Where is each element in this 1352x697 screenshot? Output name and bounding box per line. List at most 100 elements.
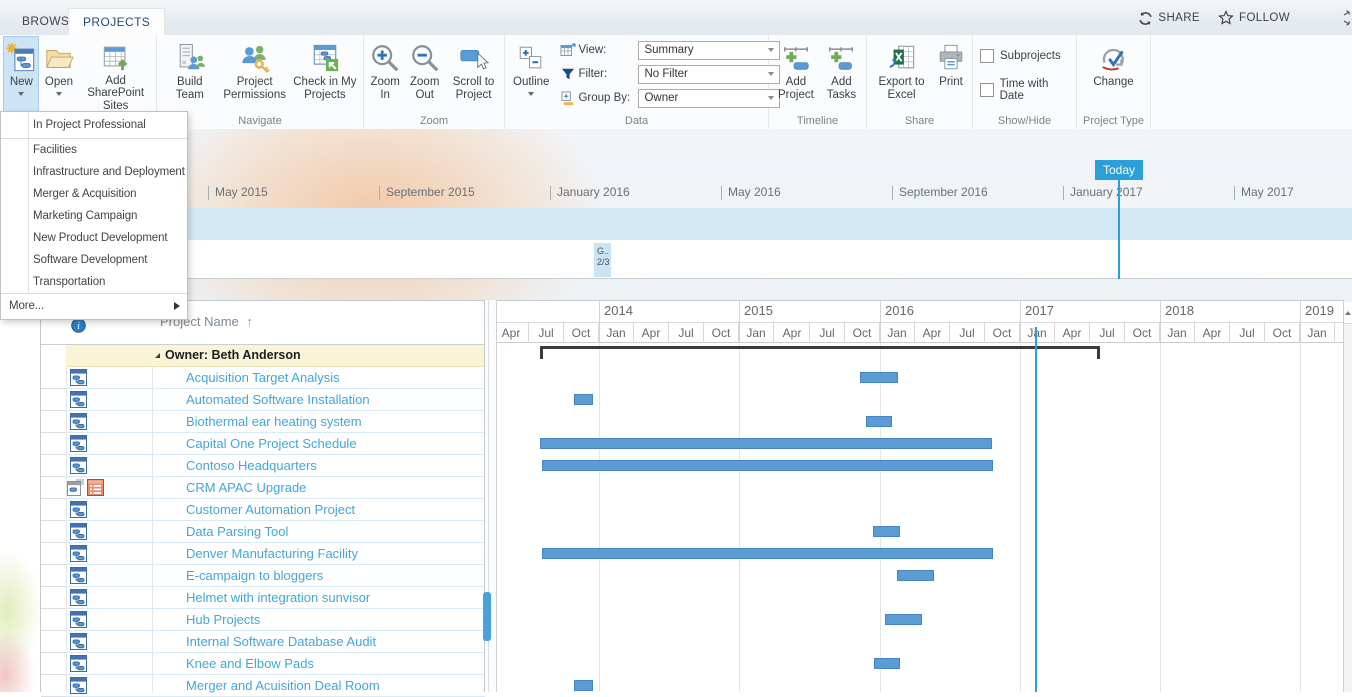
new-button[interactable]: New (3, 36, 39, 113)
timeline-band[interactable] (0, 208, 1352, 240)
share-icon (1138, 11, 1153, 26)
row-gutter-cell (41, 631, 66, 653)
project-link[interactable]: Capital One Project Schedule (186, 436, 357, 451)
project-link[interactable]: Helmet with integration sunvisor (186, 590, 370, 605)
view-icon (558, 42, 578, 58)
info-icon[interactable]: i (71, 318, 86, 333)
project-permissions-icon (240, 40, 270, 76)
scroll-up-button[interactable] (1344, 302, 1352, 324)
vertical-scrollbar[interactable] (1343, 300, 1352, 692)
project-link[interactable]: Automated Software Installation (186, 392, 370, 407)
subprojects-checkbox[interactable]: Subprojects (980, 49, 1061, 63)
ribbon-group-label: Project Type (1080, 114, 1147, 129)
build-team-button[interactable]: Build Team (160, 36, 220, 113)
ribbon-group-timeline: Add Project Add Tasks Timeline (769, 35, 867, 129)
detail-list-icon (87, 479, 104, 496)
ribbon-group-project-type: Change Project Type (1077, 35, 1151, 129)
project-permissions-button[interactable]: Project Permissions (220, 36, 290, 113)
checkbox-icon (980, 83, 994, 97)
project-link[interactable]: CRM APAC Upgrade (186, 480, 306, 495)
gantt-year-divider (599, 301, 600, 343)
timeline-date-tick (1234, 186, 1235, 200)
time-with-date-checkbox[interactable]: Time with Date (980, 78, 1073, 102)
scroll-to-project-button[interactable]: Scroll to Project (446, 36, 501, 113)
zoom-out-button[interactable]: Zoom Out (403, 36, 446, 113)
check-in-my-projects-icon (310, 40, 340, 76)
gantt-quarter-label: Jul (810, 323, 845, 343)
project-link[interactable]: Acquisition Target Analysis (186, 370, 340, 385)
add-tasks-button[interactable]: Add Tasks (820, 36, 863, 113)
print-button[interactable]: Print (933, 36, 969, 113)
add-tasks-timeline-icon (826, 40, 856, 76)
group-by-field: Group By: Owner (558, 86, 780, 110)
timeline-taskband[interactable] (0, 240, 1352, 279)
change-project-type-button[interactable]: Change (1090, 36, 1136, 113)
gantt-quarter-label: Apr (775, 323, 810, 343)
ribbon-group-label: Timeline (772, 114, 863, 129)
project-link[interactable]: Biothermal ear heating system (186, 414, 362, 429)
gantt-quarter-label: Oct (1125, 323, 1160, 343)
view-select[interactable]: Summary (638, 41, 780, 60)
export-to-excel-button[interactable]: Export to Excel (870, 36, 933, 113)
project-web-app: { "colors":{ "accent":"#2a9fd8","gantt_b… (0, 0, 1352, 692)
project-icon (70, 545, 87, 562)
projects-table: i Project Name ↑ Owner: Beth Anderson Ac… (40, 300, 484, 692)
add-sharepoint-sites-button[interactable]: Add SharePoint Sites (79, 36, 153, 113)
gantt-year-divider (1020, 301, 1021, 343)
group-by-select[interactable]: Owner (638, 89, 780, 108)
gantt-bar (574, 394, 593, 405)
menu-item-more[interactable]: More... (1, 294, 187, 319)
open-button[interactable]: Open (40, 36, 78, 113)
tab-projects[interactable]: PROJECTS (68, 8, 165, 36)
gantt-year-divider (880, 301, 881, 343)
splitter-handle[interactable] (483, 592, 491, 641)
check-in-my-projects-button[interactable]: Check in My Projects (290, 36, 360, 113)
ribbon-group-label: Zoom (367, 114, 501, 129)
outline-button[interactable]: Outline (510, 36, 552, 113)
project-icon (70, 567, 87, 584)
project-link[interactable]: Knee and Elbow Pads (186, 656, 314, 671)
focus-content-icon[interactable] (1342, 9, 1352, 27)
svg-text:i: i (77, 321, 80, 332)
project-icon (70, 391, 87, 408)
project-link[interactable]: Denver Manufacturing Facility (186, 546, 358, 561)
share-button[interactable]: SHARE (1138, 9, 1200, 27)
gantt-year-label: 2017 (1025, 303, 1054, 318)
table-row: Denver Manufacturing Facility (66, 543, 485, 565)
group-by-icon (558, 91, 578, 106)
gantt-year-gridline (1160, 343, 1161, 692)
timeline-item-name: G.. (597, 246, 611, 257)
gantt-quarter-label: Apr (497, 323, 529, 343)
ribbon-group-label: Data (508, 114, 765, 129)
project-link[interactable]: Merger and Acuisition Deal Room (186, 678, 380, 693)
table-row: Contoso Headquarters (66, 455, 485, 477)
zoom-in-button[interactable]: Zoom In (367, 36, 403, 113)
row-gutter-cell (41, 433, 66, 455)
follow-button[interactable]: FOLLOW (1218, 9, 1290, 27)
filter-select[interactable]: No Filter (638, 65, 780, 84)
table-row: Helmet with integration sunvisor (66, 587, 485, 609)
gantt-quarter-label: Jan (1160, 323, 1195, 343)
collapse-group-icon[interactable] (155, 353, 160, 358)
today-badge: Today (1095, 160, 1143, 180)
zoom-in-icon (370, 40, 400, 76)
project-link[interactable]: Internal Software Database Audit (186, 634, 376, 649)
timeline-item[interactable]: G.. 2/3 (594, 243, 611, 277)
add-project-button[interactable]: Add Project (772, 36, 820, 113)
view-field: View: Summary (558, 38, 780, 62)
table-row: Merger and Acuisition Deal Room (66, 675, 485, 697)
filter-field: Filter: No Filter (558, 62, 780, 86)
project-icon (70, 413, 87, 430)
project-link[interactable]: Hub Projects (186, 612, 260, 627)
project-icon (70, 633, 87, 650)
project-link[interactable]: Contoso Headquarters (186, 458, 317, 473)
ribbon-group-label: Share (870, 114, 969, 129)
gantt-quarter-label: Jan (880, 323, 915, 343)
gantt-quarter-label: Jul (669, 323, 704, 343)
project-link[interactable]: Customer Automation Project (186, 502, 355, 517)
project-link[interactable]: E-campaign to bloggers (186, 568, 323, 583)
row-gutter-cell (41, 521, 66, 543)
bracket-end-hook (1097, 346, 1100, 359)
project-link[interactable]: Data Parsing Tool (186, 524, 288, 539)
gantt-quarter-label: Jan (739, 323, 774, 343)
